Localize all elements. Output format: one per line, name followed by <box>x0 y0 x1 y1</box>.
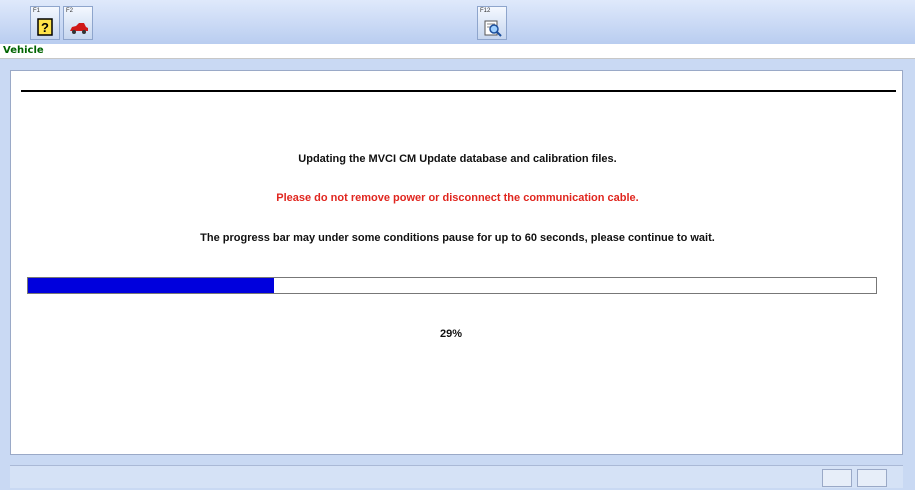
divider <box>21 90 896 92</box>
progress-bar <box>27 277 877 294</box>
vehicle-tab-bar: Vehicle <box>0 44 915 59</box>
warning-message: Please do not remove power or disconnect… <box>276 192 639 204</box>
toolbar: F1 ? F2 F12 <box>0 0 915 44</box>
status-bar <box>10 465 903 488</box>
vehicle-icon <box>70 23 88 34</box>
help-icon: ? <box>37 18 53 36</box>
info-message: The progress bar may under some conditio… <box>200 232 715 244</box>
status-indicator-2 <box>857 469 887 487</box>
status-indicator-1 <box>822 469 852 487</box>
svg-text:?: ? <box>41 20 49 35</box>
vehicle-tab[interactable]: Vehicle <box>3 45 44 56</box>
help-button[interactable]: F1 ? <box>30 6 60 40</box>
update-panel: Updating the MVCI CM Update database and… <box>10 70 903 455</box>
progress-percent: 29% <box>439 328 463 340</box>
vehicle-button[interactable]: F2 <box>63 6 93 40</box>
f2-key-label: F2 <box>66 8 74 14</box>
status-message: Updating the MVCI CM Update database and… <box>298 153 617 165</box>
print-preview-button[interactable]: F12 <box>477 6 507 40</box>
progress-fill <box>28 278 274 293</box>
f12-key-label: F12 <box>480 8 491 14</box>
f1-key-label: F1 <box>33 8 41 14</box>
print-preview-icon <box>484 20 502 37</box>
